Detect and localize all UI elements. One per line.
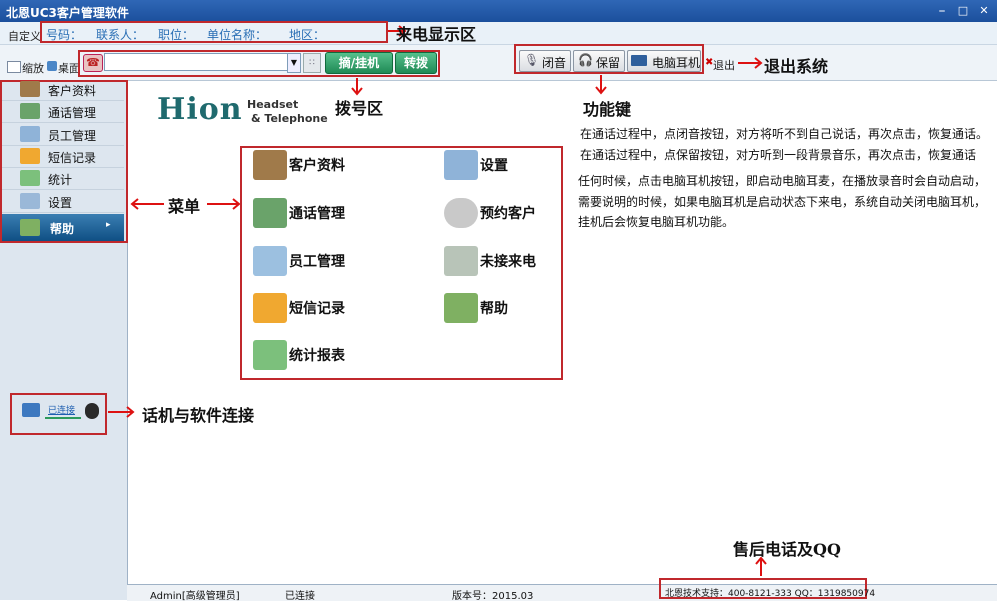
chevron-right-icon: ▸ xyxy=(106,220,111,230)
logo-tagline-1: Headset xyxy=(247,98,299,111)
connection-status-label: 已连接 xyxy=(48,406,76,416)
annotation-aftersale: 售后电话及QQ xyxy=(733,540,841,559)
sidebar-item-label: 帮助 xyxy=(50,222,75,236)
grid-item-label: 帮助 xyxy=(480,301,508,317)
sidebar-item-label: 设置 xyxy=(48,196,73,210)
settings-icon xyxy=(20,193,40,209)
mute-label: 闭音 xyxy=(542,56,567,70)
status-support: 北恩技术支持：400-8121-333 QQ：1319850974 xyxy=(665,589,876,599)
sidebar-item-sms[interactable]: 短信记录 xyxy=(2,146,124,168)
description-pc-headset-1: 任何时候，点击电脑耳机按钮，即启动电脑耳麦，在播放录音时会自动启动， xyxy=(578,174,987,188)
description-pc-headset-3: 挂机后会恢复电脑耳机功能。 xyxy=(578,215,735,229)
contacts-icon xyxy=(253,150,287,180)
dial-number-input[interactable] xyxy=(104,53,294,71)
app-title: 北恩UC3客户管理软件 xyxy=(6,6,129,20)
call-manage-icon xyxy=(20,103,40,119)
staff-icon xyxy=(20,126,40,142)
grid-item-label: 通话管理 xyxy=(289,206,345,222)
description-pc-headset-2: 需要说明的时候，如果电脑耳机是启动状态下来电，系统自动关闭电脑耳机， xyxy=(578,195,987,209)
hold-button[interactable]: 🎧 保留 xyxy=(573,50,625,72)
pickup-hangup-button[interactable]: 摘/挂机 xyxy=(325,52,393,74)
bar-chart-icon xyxy=(253,340,287,370)
transfer-button[interactable]: 转拨 xyxy=(395,52,437,74)
sidebar-item-label: 统计 xyxy=(48,173,73,187)
annotation-menu: 菜单 xyxy=(168,197,201,216)
grid-item-label: 未接来电 xyxy=(480,254,536,270)
contacts-icon xyxy=(20,81,40,97)
annotation-caller-display: 来电显示区 xyxy=(396,25,477,44)
desktop-icon[interactable] xyxy=(47,61,57,71)
grid-item-label: 短信记录 xyxy=(289,301,345,317)
arrow-icon xyxy=(755,557,767,576)
arrow-icon xyxy=(130,198,164,210)
grid-item-label: 设置 xyxy=(480,158,508,174)
grid-item-label: 统计报表 xyxy=(289,348,345,364)
monitor-icon xyxy=(631,55,647,66)
logo-tagline-2: & Telephone xyxy=(251,112,328,125)
annotation-exit-system: 退出系统 xyxy=(764,57,829,76)
minimize-icon[interactable]: ⎯ xyxy=(934,3,950,19)
grid-item-label: 客户资料 xyxy=(289,158,345,174)
microphone-icon: 🎙 xyxy=(524,53,540,67)
staff-icon xyxy=(253,246,287,276)
arrow-icon xyxy=(108,406,135,418)
maximize-icon[interactable]: □ xyxy=(955,3,971,19)
arrow-icon xyxy=(738,57,763,69)
caller-display-highlight xyxy=(40,21,388,43)
arrow-icon xyxy=(351,78,363,96)
headset-icon xyxy=(85,403,99,419)
pc-headset-button[interactable]: 电脑耳机 xyxy=(627,50,701,72)
help-icon xyxy=(444,293,478,323)
call-manage-icon xyxy=(253,198,287,228)
sidebar-item-label: 通话管理 xyxy=(48,106,97,120)
title-bar: 北恩UC3客户管理软件 ⎯ □ ✕ xyxy=(0,0,997,22)
sidebar-item-staff[interactable]: 员工管理 xyxy=(2,124,124,146)
connection-line xyxy=(45,417,81,419)
phone-icon: ☎ xyxy=(83,54,103,72)
keypad-icon[interactable]: ∷ xyxy=(303,53,321,73)
sidebar-item-label: 员工管理 xyxy=(48,129,97,143)
arrow-icon xyxy=(595,75,607,95)
custom-label[interactable]: 自定义 xyxy=(8,28,41,44)
pc-headset-label: 电脑耳机 xyxy=(652,56,701,70)
description-mute: 在通话过程中，点闭音按钮，对方将听不到自己说话，再次点击，恢复通话。 xyxy=(580,127,989,141)
computer-icon xyxy=(22,403,40,417)
missed-call-icon xyxy=(444,246,478,276)
grid-item-label: 员工管理 xyxy=(289,254,345,270)
logo-brand-text: Hion xyxy=(157,92,243,127)
zoom-icon[interactable] xyxy=(7,61,21,73)
arrow-icon xyxy=(207,198,241,210)
sidebar-item-stats[interactable]: 统计 xyxy=(2,168,124,190)
desktop-label[interactable]: 桌面 xyxy=(58,60,80,76)
mute-button[interactable]: 🎙 闭音 xyxy=(519,50,571,72)
help-icon xyxy=(20,219,40,236)
sidebar-item-label: 客户资料 xyxy=(48,84,97,98)
exit-label[interactable]: 退出 xyxy=(713,57,735,73)
annotation-dial-area: 拨号区 xyxy=(335,99,384,118)
sidebar-item-customers[interactable]: 客户资料 xyxy=(2,79,124,101)
annotation-function-keys: 功能键 xyxy=(583,100,632,119)
hold-label: 保留 xyxy=(596,56,621,70)
description-hold: 在通话过程中，点保留按钮，对方听到一段背景音乐，再次点击，恢复通话 xyxy=(580,148,977,162)
dropdown-chevron-icon[interactable]: ▼ xyxy=(287,53,301,73)
grid-item-label: 预约客户 xyxy=(480,206,536,222)
sidebar-item-calls[interactable]: 通话管理 xyxy=(2,101,124,123)
annotation-phone-connection: 话机与软件连接 xyxy=(142,406,255,425)
zoom-label[interactable]: 缩放 xyxy=(22,60,44,76)
close-icon[interactable]: ✕ xyxy=(976,3,992,19)
envelope-icon xyxy=(253,293,287,323)
settings-icon xyxy=(444,150,478,180)
headphones-icon: 🎧 xyxy=(578,53,593,67)
sidebar-item-settings[interactable]: 设置 xyxy=(2,191,124,213)
sidebar-item-help[interactable]: 帮助 ▸ xyxy=(2,214,124,241)
sidebar-item-label: 短信记录 xyxy=(48,151,97,165)
bar-chart-icon xyxy=(20,170,40,186)
envelope-icon xyxy=(20,148,40,164)
alarm-clock-icon xyxy=(444,198,478,228)
